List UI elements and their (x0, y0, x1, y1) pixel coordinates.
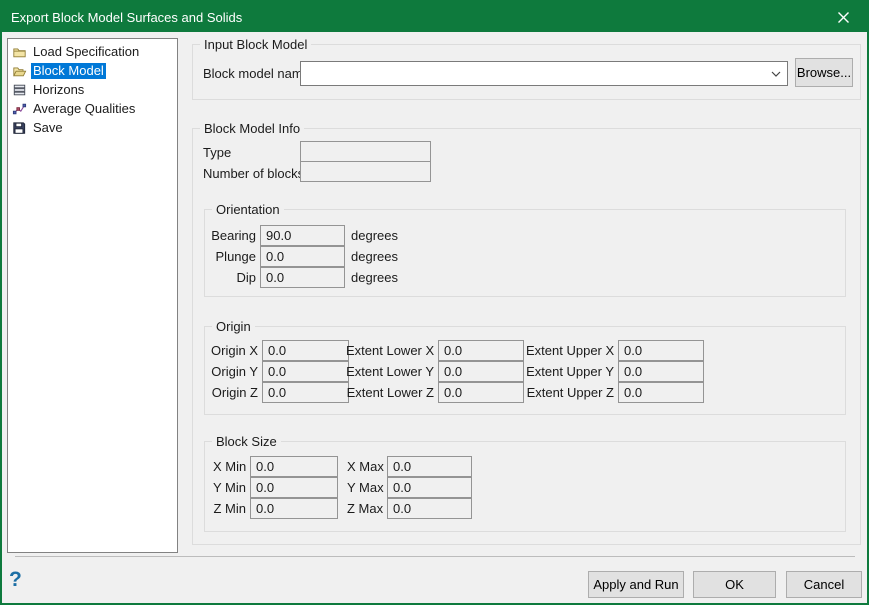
group-block-model-info: Block Model Info Type Number of blocks O… (192, 128, 861, 545)
extent-upper-y-label: Extent Upper Y (526, 364, 614, 379)
plunge-label: Plunge (211, 249, 256, 264)
z-min-label: Z Min (213, 501, 246, 516)
origin-x-label: Origin X (211, 343, 258, 358)
z-max-label: Z Max (347, 501, 383, 516)
layers-icon (11, 82, 27, 97)
footer-divider (15, 556, 855, 557)
ok-button[interactable]: OK (693, 571, 776, 598)
z-max-field[interactable] (387, 498, 472, 519)
origin-z-label: Origin Z (211, 385, 258, 400)
y-min-label: Y Min (213, 480, 246, 495)
x-min-label: X Min (213, 459, 246, 474)
extent-lower-x-label: Extent Lower X (346, 343, 434, 358)
sidebar-item-block-model[interactable]: Block Model (8, 61, 177, 80)
origin-y-label: Origin Y (211, 364, 258, 379)
extent-lower-y-label: Extent Lower Y (346, 364, 434, 379)
extent-lower-z-label: Extent Lower Z (346, 385, 434, 400)
extent-lower-x-field[interactable] (438, 340, 524, 361)
y-max-label: Y Max (347, 480, 383, 495)
extent-lower-y-field[interactable] (438, 361, 524, 382)
number-of-blocks-field (300, 161, 431, 182)
sidebar-item-label: Block Model (31, 63, 106, 79)
bearing-field[interactable] (260, 225, 345, 246)
title-bar[interactable]: Export Block Model Surfaces and Solids (2, 2, 867, 32)
chevron-down-icon (771, 71, 781, 77)
dip-unit-label: degrees (351, 270, 398, 285)
plunge-unit-label: degrees (351, 249, 398, 264)
origin-z-field[interactable] (262, 382, 349, 403)
sidebar-item-label: Load Specification (31, 44, 141, 60)
group-title: Block Model Info (200, 121, 304, 136)
dip-field[interactable] (260, 267, 345, 288)
group-orientation: Orientation Bearing degrees Plunge degre… (204, 209, 846, 297)
group-title: Origin (212, 319, 255, 334)
z-min-field[interactable] (250, 498, 338, 519)
sidebar-list: Load Specification Block Model (7, 38, 178, 553)
extent-upper-z-label: Extent Upper Z (526, 385, 614, 400)
close-button[interactable] (828, 2, 858, 32)
extent-upper-x-label: Extent Upper X (526, 343, 614, 358)
number-of-blocks-label: Number of blocks (203, 166, 304, 181)
window-title: Export Block Model Surfaces and Solids (11, 10, 828, 25)
extent-upper-y-field[interactable] (618, 361, 704, 382)
type-field (300, 141, 431, 162)
apply-and-run-button[interactable]: Apply and Run (588, 571, 684, 598)
x-min-field[interactable] (250, 456, 338, 477)
y-max-field[interactable] (387, 477, 472, 498)
group-block-size: Block Size X Min X Max Y Min Y Max Z Min (204, 441, 846, 532)
group-title: Orientation (212, 202, 284, 217)
origin-x-field[interactable] (262, 340, 349, 361)
type-label: Type (203, 145, 231, 160)
extent-lower-z-field[interactable] (438, 382, 524, 403)
group-input-block-model: Input Block Model Block model name Brows… (192, 44, 861, 100)
sidebar-item-load-specification[interactable]: Load Specification (8, 42, 177, 61)
sidebar-item-label: Save (31, 120, 65, 136)
plunge-field[interactable] (260, 246, 345, 267)
sidebar-item-label: Horizons (31, 82, 86, 98)
bearing-label: Bearing (211, 228, 256, 243)
sidebar-item-average-qualities[interactable]: Average Qualities (8, 99, 177, 118)
folder-open-icon (11, 63, 27, 78)
group-title: Block Size (212, 434, 281, 449)
block-model-name-label: Block model name (203, 66, 310, 81)
dip-label: Dip (211, 270, 256, 285)
close-icon (837, 11, 850, 24)
combo-dropdown-button[interactable] (765, 62, 787, 85)
sidebar-item-save[interactable]: Save (8, 118, 177, 137)
extent-upper-z-field[interactable] (618, 382, 704, 403)
sidebar-item-horizons[interactable]: Horizons (8, 80, 177, 99)
folder-closed-icon (11, 44, 27, 59)
block-model-name-combobox[interactable] (300, 61, 788, 86)
x-max-label: X Max (347, 459, 383, 474)
cancel-button[interactable]: Cancel (786, 571, 862, 598)
dialog-window: Export Block Model Surfaces and Solids L… (0, 0, 869, 605)
help-icon[interactable]: ? (9, 568, 22, 592)
save-icon (11, 120, 27, 135)
group-title: Input Block Model (200, 37, 311, 52)
extent-upper-x-field[interactable] (618, 340, 704, 361)
sidebar-item-label: Average Qualities (31, 101, 137, 117)
browse-button[interactable]: Browse... (795, 58, 853, 87)
origin-y-field[interactable] (262, 361, 349, 382)
y-min-field[interactable] (250, 477, 338, 498)
bearing-unit-label: degrees (351, 228, 398, 243)
group-origin: Origin Origin X Extent Lower X Extent Up… (204, 326, 846, 415)
x-max-field[interactable] (387, 456, 472, 477)
block-model-name-input[interactable] (301, 62, 765, 85)
polyline-chart-icon (11, 101, 27, 116)
